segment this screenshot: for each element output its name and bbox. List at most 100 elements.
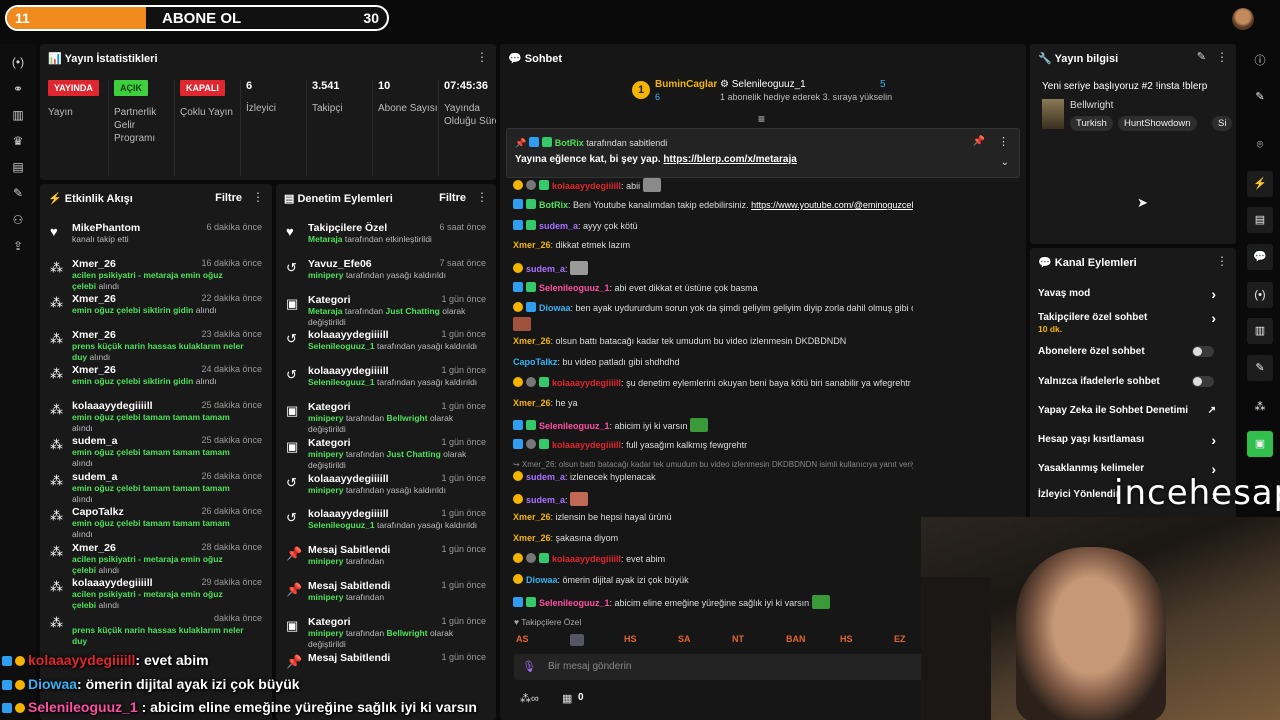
chat-message[interactable]: Diowaa: ömerin dijital ayak izi çok büyü…	[513, 574, 913, 585]
chat-message[interactable]: sudem_a: ayyy çok kötü	[513, 220, 913, 231]
activity-row[interactable]: ⁂ dakika önce prens küçük narin hassas k…	[46, 613, 266, 647]
chat-message[interactable]: kolaaayydegiiiill: abii	[513, 178, 913, 192]
activity-row[interactable]: ⁂ sudem_a 25 dakika önce emin oğuz çeleb…	[46, 435, 266, 469]
chat-message[interactable]: Xmer_26: şakasına diyom	[513, 533, 913, 543]
chat-username[interactable]: Selenileoguuz_1	[539, 421, 610, 431]
channel-action-item[interactable]: Yalnızca ifadelerle sohbet	[1038, 376, 1224, 392]
chat-message[interactable]	[513, 317, 913, 331]
chat-username[interactable]: sudem_a	[526, 264, 565, 274]
viewer-avatar[interactable]: EZ	[894, 634, 906, 644]
viewer-avatar[interactable]: HS	[624, 634, 637, 644]
chat-message[interactable]: Selenileoguuz_1: abicim iyi ki varsın	[513, 418, 913, 432]
chat-message[interactable]: Xmer_26: izlensin be hepsi hayal ürünü	[513, 512, 913, 522]
moderation-action[interactable]: kolaaayydegiiiill	[308, 329, 389, 341]
moderation-row[interactable]: ↺ kolaaayydegiiiill 1 gün önce Selenileo…	[282, 365, 490, 399]
chat-username[interactable]: Selenileoguuz_1	[539, 283, 610, 293]
moderation-action[interactable]: Kategori	[308, 294, 351, 306]
activity-row[interactable]: ⁂ Xmer_26 16 dakika önce acilen psikiyat…	[46, 258, 266, 292]
toggle-switch[interactable]	[1192, 376, 1214, 387]
moderation-row[interactable]: ▣ Kategori 1 gün önce minipery tarafında…	[282, 401, 490, 435]
toggle-switch[interactable]	[1192, 346, 1214, 357]
activity-user[interactable]: MikePhantom	[72, 222, 140, 234]
stream-info-menu-icon[interactable]: ⋮	[1216, 50, 1228, 64]
stream-tag[interactable]: HuntShowdown	[1118, 116, 1197, 131]
chat-username[interactable]: Xmer_26	[513, 512, 551, 522]
pinned-menu-icon[interactable]: ⋮	[998, 135, 1009, 148]
edit-icon[interactable]: ✎	[1197, 50, 1206, 63]
moderation-action[interactable]: Kategori	[308, 401, 351, 413]
channel-action-item[interactable]: Takipçilere özel sohbet 10 dk. ›	[1038, 310, 1224, 336]
chat-username[interactable]: kolaaayydegiiiill	[552, 440, 621, 450]
wrench-icon[interactable]: ✎	[1247, 355, 1273, 381]
activity-row[interactable]: ♥ MikePhantom 6 dakika önce kanalı takip…	[46, 222, 266, 256]
moderation-row[interactable]: ↺ Yavuz_Efe06 7 saat önce minipery taraf…	[282, 258, 490, 292]
chat-message[interactable]: BotRix: Beni Youtube kanalımdan takip ed…	[513, 199, 913, 210]
moderation-row[interactable]: ↺ kolaaayydegiiiill 1 gün önce minipery …	[282, 473, 490, 507]
moderation-action[interactable]: Mesaj Sabitlendi	[308, 544, 390, 556]
moderation-action[interactable]: kolaaayydegiiiill	[308, 365, 389, 377]
chat-link[interactable]: https://www.youtube.com/@eminoguzcelebio…	[751, 200, 913, 210]
collapse-icon[interactable]: ≡	[758, 112, 765, 126]
moderation-row[interactable]: ↺ kolaaayydegiiiill 1 gün önce Selenileo…	[282, 329, 490, 363]
broadcast-icon[interactable]: (•)	[1247, 282, 1273, 308]
chat-username[interactable]: CapoTalkz	[513, 357, 557, 367]
upload-icon[interactable]: ⇪	[10, 238, 26, 254]
pin-icon[interactable]: 📌	[973, 136, 985, 147]
mic-icon[interactable]: 🎙	[522, 660, 536, 673]
pinned-author[interactable]: BotRix	[555, 138, 584, 148]
chat-message[interactable]: sudem_a:	[513, 261, 913, 275]
moderation-row[interactable]: ↺ kolaaayydegiiiill 1 gün önce Selenileo…	[282, 508, 490, 542]
chat-message[interactable]: kolaaayydegiiiill: şu denetim eylemlerin…	[513, 377, 913, 388]
chat-username[interactable]: sudem_a	[526, 495, 565, 505]
chat-username[interactable]: BotRix	[539, 200, 568, 210]
chevron-right-icon[interactable]: ›	[1211, 432, 1216, 448]
activity-user[interactable]: kolaaayydegiiiill	[72, 400, 153, 412]
activity-row[interactable]: ⁂ Xmer_26 22 dakika önce emin oğuz çeleb…	[46, 293, 266, 327]
activity-user[interactable]: kolaaayydegiiiill	[72, 577, 153, 589]
activity-row[interactable]: ⁂ Xmer_26 28 dakika önce acilen psikiyat…	[46, 542, 266, 576]
chat-message[interactable]: Selenileoguuz_1: abi evet dikkat et üstü…	[513, 282, 913, 293]
moderation-row[interactable]: ▣ Kategori 1 gün önce minipery tarafında…	[282, 437, 490, 471]
activity-user[interactable]: sudem_a	[72, 471, 118, 483]
chat-message[interactable]: Xmer_26: olsun battı batacağı kadar tek …	[513, 336, 913, 346]
activity-menu-icon[interactable]: ⋮	[252, 190, 264, 204]
external-link-icon[interactable]: ↗	[1208, 405, 1216, 416]
pinned-link[interactable]: https://blerp.com/x/metaraja	[663, 154, 796, 165]
activity-row[interactable]: ⁂ kolaaayydegiiiill 25 dakika önce emin …	[46, 400, 266, 434]
chat-username[interactable]: Diowaa	[526, 575, 558, 585]
moderation-action[interactable]: Kategori	[308, 616, 351, 628]
chat-message[interactable]: Xmer_26: dikkat etmek lazım	[513, 240, 913, 250]
moderation-row[interactable]: ▣ Kategori 1 gün önce minipery tarafında…	[282, 616, 490, 650]
chat-message[interactable]: kolaaayydegiiiill: full yasağım kalkmış …	[513, 439, 913, 450]
chat-username[interactable]: kolaaayydegiiiill	[552, 554, 621, 564]
users-icon[interactable]: ⚇	[10, 212, 26, 228]
activity-row[interactable]: ⁂ kolaaayydegiiiill 29 dakika önce acile…	[46, 577, 266, 611]
viewer-avatar[interactable]: AS	[516, 634, 529, 644]
activity-row[interactable]: ⁂ Xmer_26 24 dakika önce emin oğuz çeleb…	[46, 364, 266, 398]
stream-tag[interactable]: Turkish	[1070, 116, 1113, 131]
activity-user[interactable]: Xmer_26	[72, 542, 116, 554]
stats-menu-icon[interactable]: ⋮	[476, 50, 488, 64]
chat-username[interactable]: sudem_a	[526, 472, 565, 482]
activity-user[interactable]: Xmer_26	[72, 293, 116, 305]
share-nodes-icon[interactable]: ⁂	[1247, 394, 1273, 420]
info-icon[interactable]: ⓘ	[1247, 48, 1273, 74]
pencil-icon[interactable]: ✎	[1247, 84, 1273, 110]
moderation-row[interactable]: ♥ Takipçilere Özel 6 saat önce Metaraja …	[282, 222, 490, 256]
viewer-avatar[interactable]: HS	[840, 634, 853, 644]
lightning-icon[interactable]: ⚡	[1247, 171, 1273, 197]
moderation-action[interactable]: Yavuz_Efe06	[308, 258, 372, 270]
wrench-icon[interactable]: ✎	[10, 185, 26, 201]
channel-action-item[interactable]: Yapay Zeka ile Sohbet Denetimi ↗	[1038, 405, 1224, 421]
chat-username[interactable]: Selenileoguuz_1	[539, 598, 610, 608]
kick-logo-icon[interactable]: ▣	[1247, 431, 1273, 457]
chat-message[interactable]: sudem_a: izlenecek hyplenacak	[513, 471, 913, 482]
chat-username[interactable]: Xmer_26	[513, 336, 551, 346]
chat-bubble-icon[interactable]: 💬	[1247, 244, 1273, 270]
moderation-action[interactable]: kolaaayydegiiiill	[308, 508, 389, 520]
activity-filter-button[interactable]: Filtre	[215, 192, 242, 204]
category-name[interactable]: Bellwright	[1070, 100, 1113, 111]
chat-message[interactable]: kolaaayydegiiiill: evet abim	[513, 553, 913, 564]
activity-user[interactable]: sudem_a	[72, 435, 118, 447]
chevron-down-icon[interactable]: ⌄	[1001, 157, 1009, 168]
